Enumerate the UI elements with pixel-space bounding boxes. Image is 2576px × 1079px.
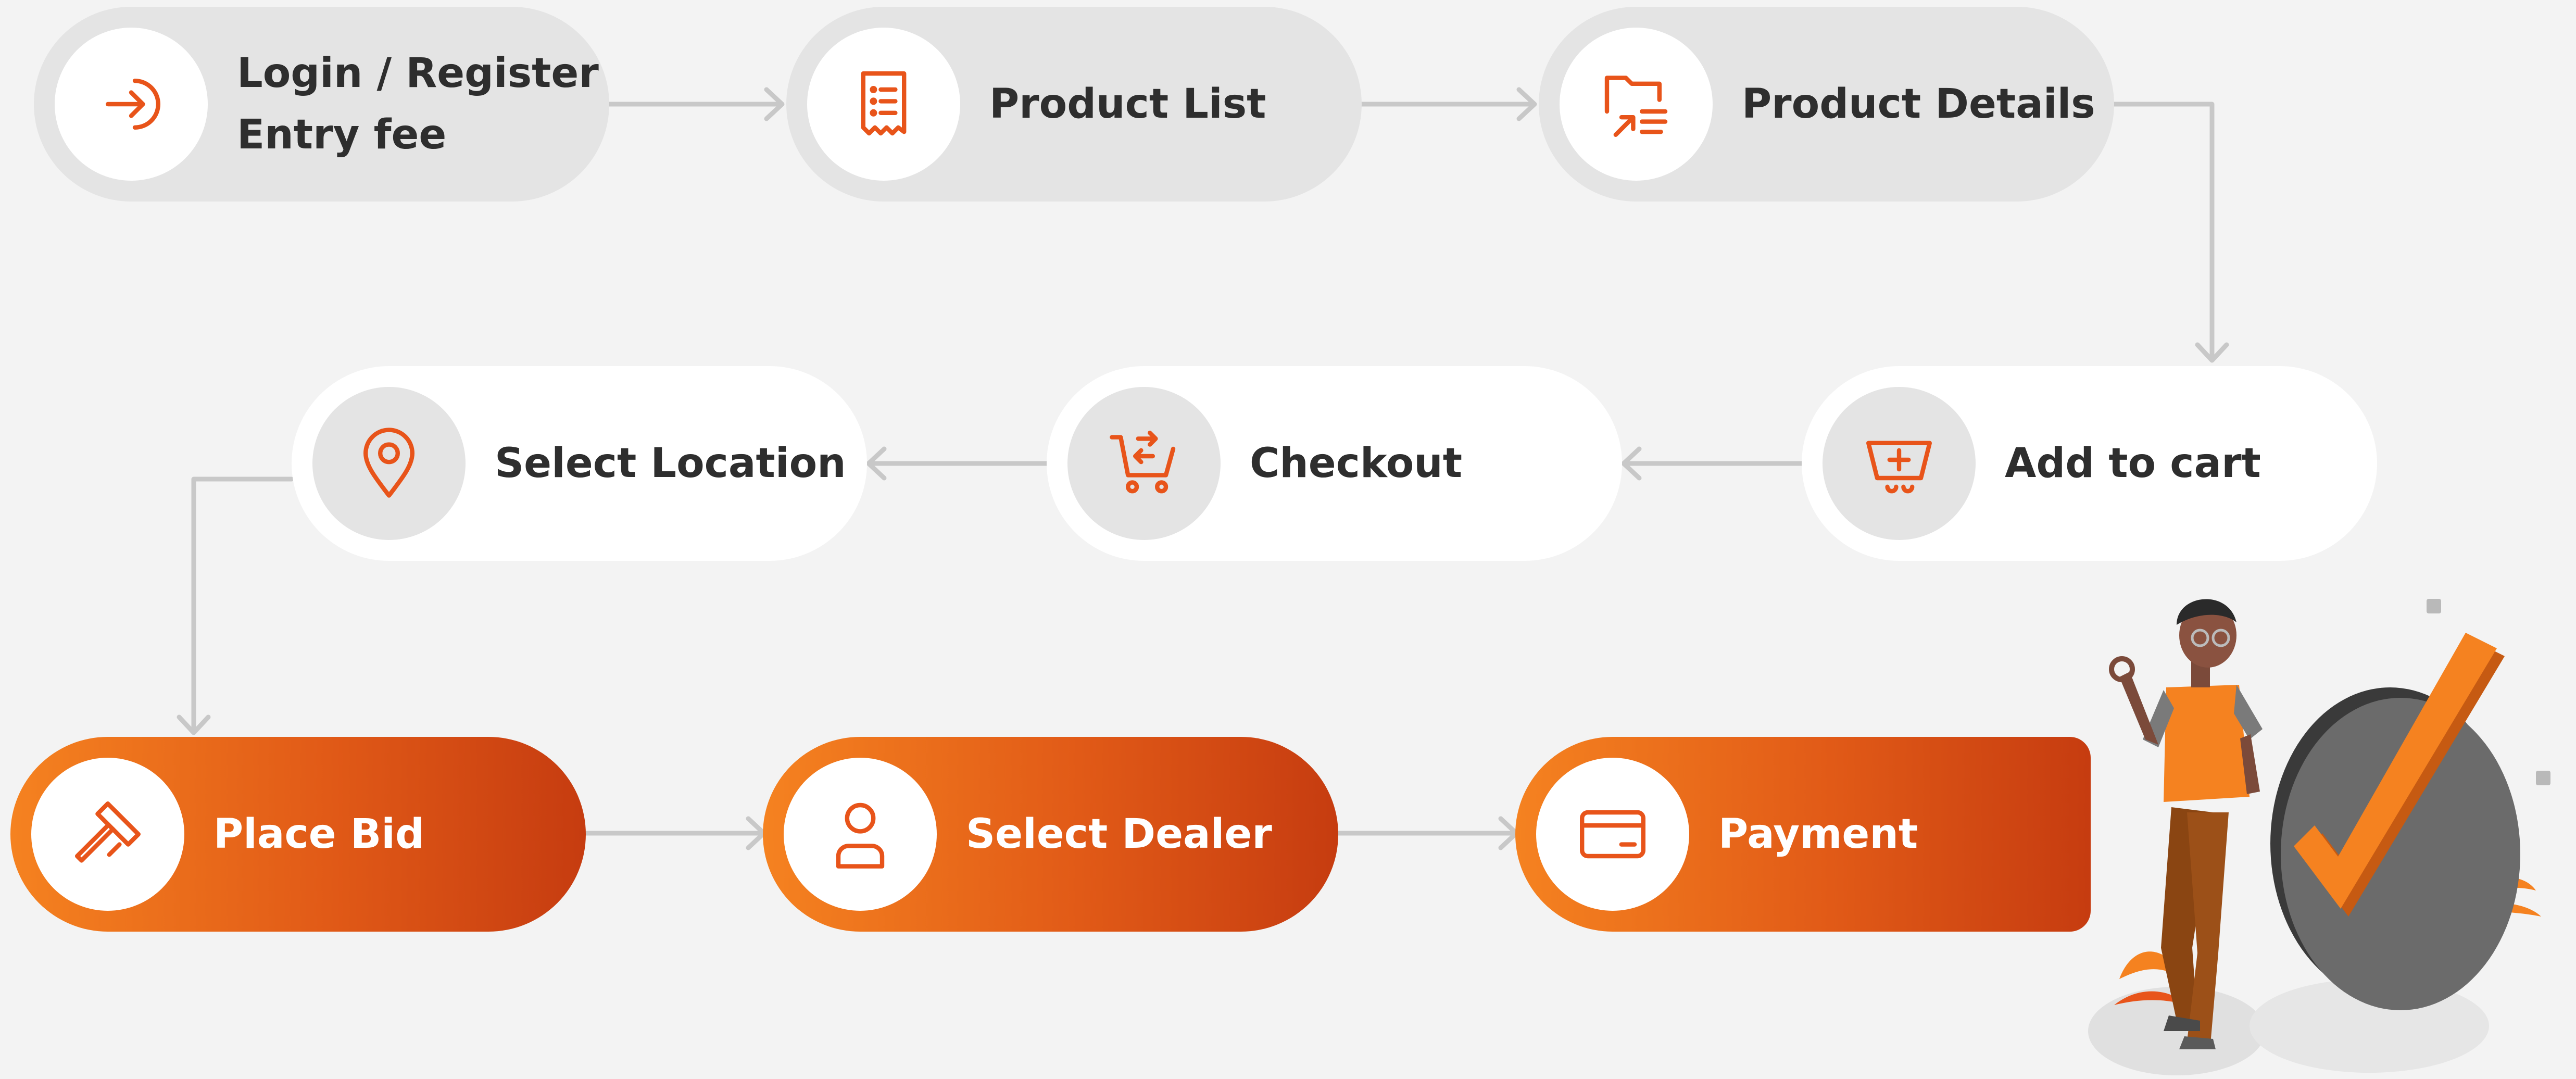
step-label-line1: Login / Register (237, 50, 599, 97)
step-label: Product List (989, 81, 1266, 128)
step-login-register: Login / Register Entry fee (34, 7, 609, 202)
thumb-icon (2536, 771, 2550, 785)
step-label: Add to cart (2005, 440, 2261, 487)
step-label: Product Details (1742, 81, 2095, 128)
step-product-details: Product Details (1539, 7, 2114, 202)
flow-diagram: Login / Register Entry fee Product List … (0, 0, 2576, 1079)
select-location-icon-circle (312, 387, 466, 540)
gavel-icon (75, 801, 141, 863)
step-label: Select Location (495, 440, 846, 487)
step-payment: Payment (1515, 737, 2091, 932)
login-arrow-icon (106, 79, 160, 130)
checkout-icon-circle (1067, 387, 1221, 540)
select-dealer-icon-circle (784, 758, 937, 911)
folder-details-icon (1604, 76, 1668, 137)
step-product-list: Product List (786, 7, 1362, 202)
credit-card-icon (1580, 810, 1645, 859)
step-label: Payment (1718, 811, 1918, 858)
step-label: Place Bid (213, 811, 424, 858)
location-pin-icon (363, 428, 414, 498)
receipt-list-icon (861, 71, 907, 136)
cart-arrow-icon (1110, 431, 1176, 494)
step-label-line2: Entry fee (237, 111, 447, 158)
step-add-to-cart: Add to cart (1802, 366, 2377, 561)
step-checkout: Checkout (1047, 366, 1622, 561)
payment-icon-circle (1536, 758, 1689, 911)
login-icon-circle (55, 28, 208, 181)
user-icon (836, 802, 885, 869)
connector-details-to-cart (2109, 102, 2215, 362)
product-list-icon-circle (807, 28, 960, 181)
add-to-cart-icon-circle (1823, 387, 1976, 540)
thumb-icon (2427, 599, 2441, 613)
place-bid-icon-circle (31, 758, 184, 911)
step-select-location: Select Location (292, 366, 867, 561)
person-figure (2109, 599, 2263, 1049)
connector-location-to-bid (191, 476, 294, 734)
basket-plus-icon (1866, 441, 1932, 494)
step-label: Select Dealer (966, 811, 1272, 858)
step-place-bid: Place Bid (10, 737, 586, 932)
step-label: Checkout (1250, 440, 1463, 487)
step-label: Login / Register Entry fee (237, 7, 599, 202)
step-select-dealer: Select Dealer (763, 737, 1338, 932)
product-details-icon-circle (1560, 28, 1713, 181)
person-with-checkmark-illustration (2088, 599, 2550, 1075)
